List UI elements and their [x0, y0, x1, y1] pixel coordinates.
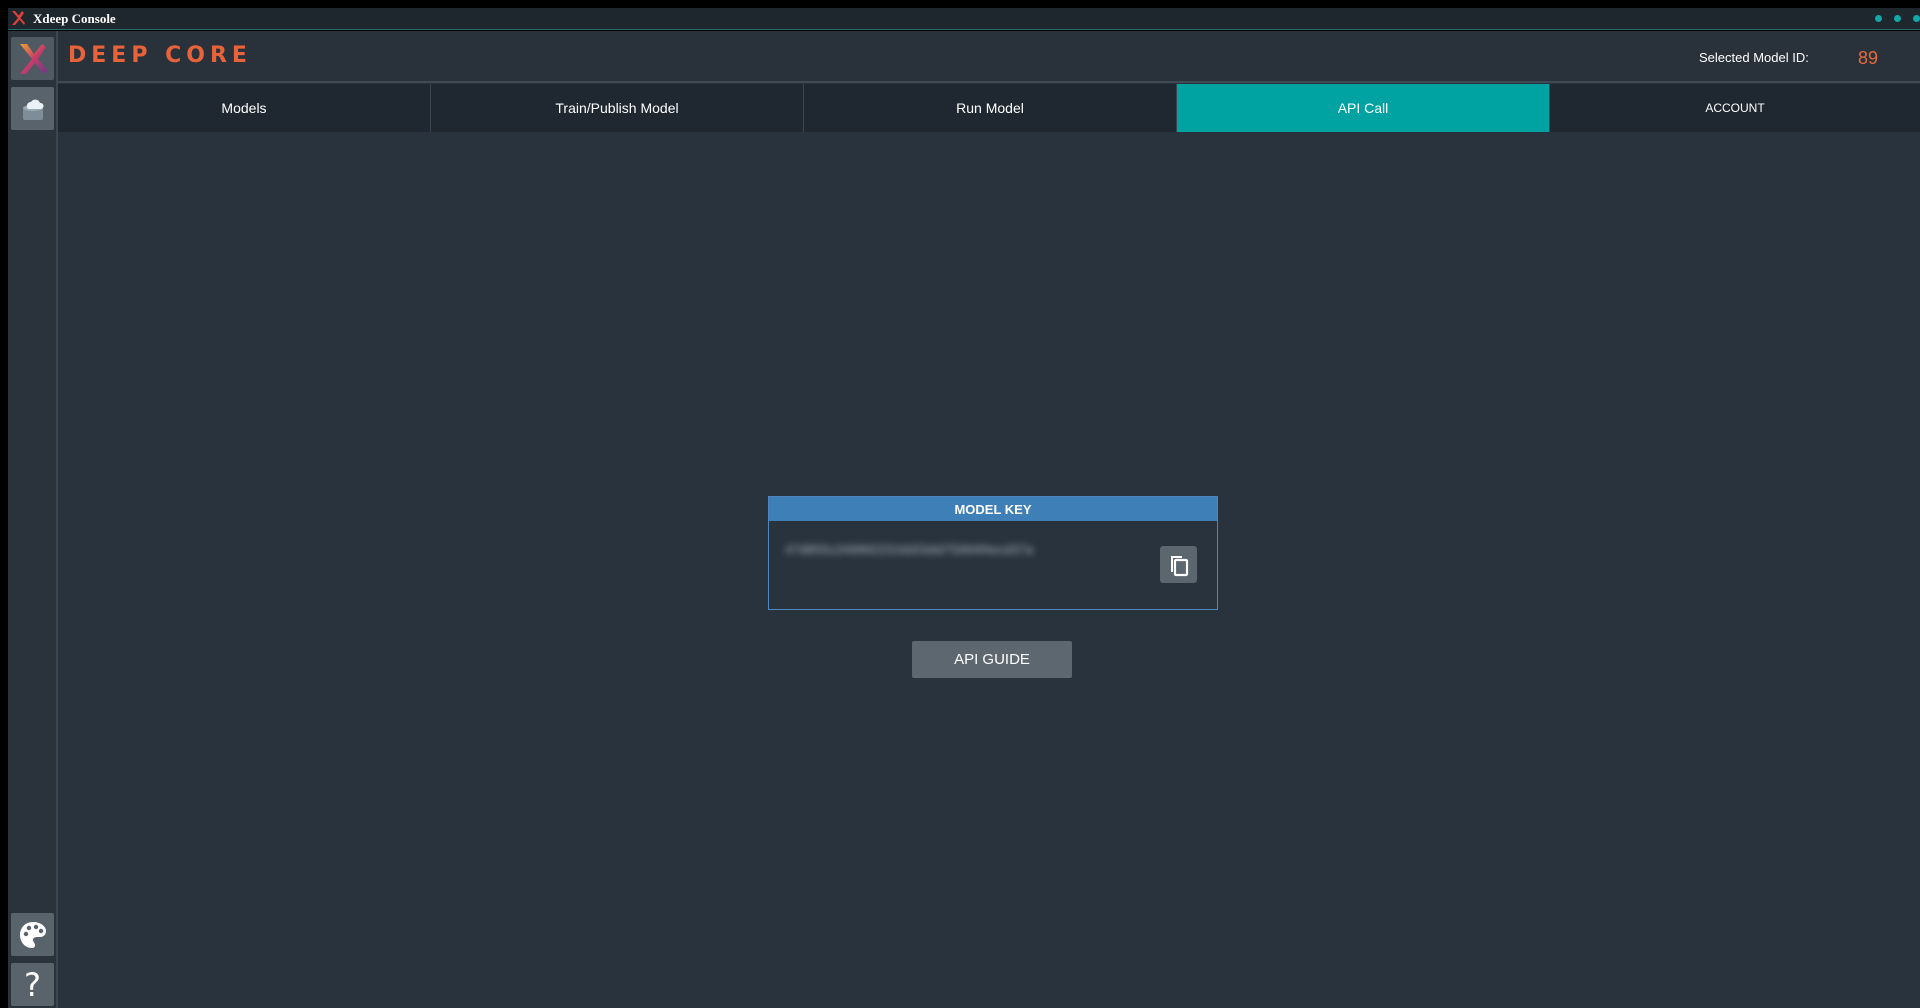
copy-icon [1170, 555, 1188, 576]
sidebar-help-button[interactable]: ? [11, 963, 54, 1006]
window-controls[interactable] [1875, 15, 1920, 22]
copy-key-button[interactable] [1160, 546, 1197, 583]
api-guide-button[interactable]: API GUIDE [912, 641, 1072, 678]
sidebar-theme-button[interactable] [11, 913, 54, 956]
close-dot[interactable] [1913, 15, 1920, 22]
deep-core-logo: DEEP CORE [68, 43, 252, 68]
header: DEEP CORE Selected Model ID: 89 [58, 31, 1920, 83]
cloud-storage-icon [22, 99, 44, 120]
tab-models[interactable]: Models [58, 84, 431, 132]
help-icon: ? [24, 965, 41, 1004]
maximize-dot[interactable] [1894, 15, 1901, 22]
app-logo-icon [12, 11, 25, 25]
tab-train-publish-model[interactable]: Train/Publish Model [431, 84, 804, 132]
tab-api-call[interactable]: API Call [1177, 84, 1550, 132]
model-key-title: MODEL KEY [769, 497, 1217, 521]
selected-model-value: 89 [1858, 48, 1879, 68]
selected-model-label: Selected Model ID: [1699, 50, 1809, 65]
xdeep-logo-icon [19, 43, 48, 74]
tab-bar: Models Train/Publish Model Run Model API… [58, 84, 1920, 132]
model-key-panel: MODEL KEY 47d855c2499922316d33dd75994f4e… [768, 496, 1218, 610]
model-key-value: 47d855c2499922316d33dd75994f4ecd37a [785, 542, 1033, 557]
main-area: DEEP CORE Selected Model ID: 89 Models T… [58, 31, 1920, 1008]
tab-run-model[interactable]: Run Model [804, 84, 1177, 132]
tab-account[interactable]: ACCOUNT [1550, 84, 1920, 132]
left-sidebar: ? [8, 31, 58, 1008]
title-bar: Xdeep Console [8, 8, 1920, 30]
minimize-dot[interactable] [1875, 15, 1882, 22]
window-title: Xdeep Console [33, 11, 116, 26]
sidebar-cloud-button[interactable] [11, 87, 54, 130]
palette-icon [19, 921, 46, 948]
sidebar-xdeep-button[interactable] [11, 37, 54, 80]
